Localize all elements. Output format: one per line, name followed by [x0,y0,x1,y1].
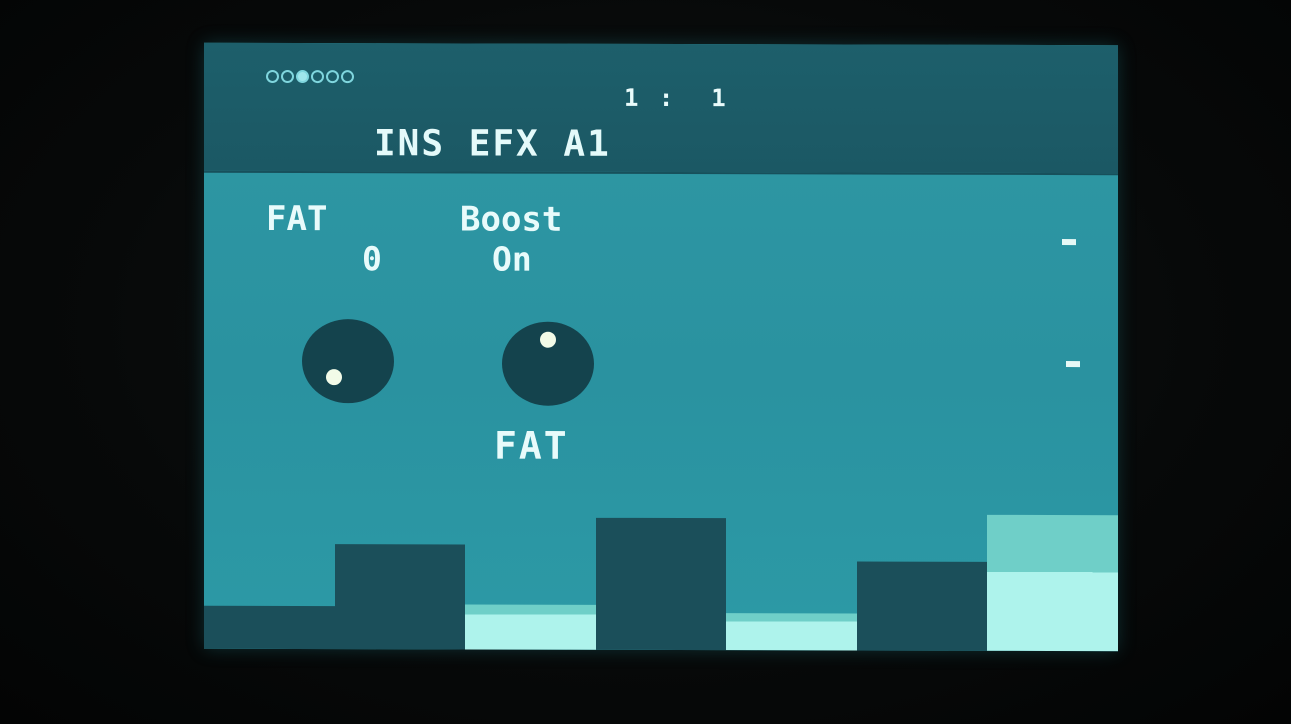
page-dot-1 [266,69,279,83]
level-bars [204,443,1118,652]
level-marker-top [1062,239,1076,246]
page-dot-3-active [296,70,309,84]
page-dot-5 [326,70,339,84]
level-bar-4 [595,518,727,651]
boost-knob[interactable] [502,321,594,406]
boost-knob-indicator [540,331,556,348]
level-bar-2 [334,544,466,650]
fat-knob[interactable] [302,319,394,404]
level-bar-3-light [465,604,596,650]
level-bar-7-light [987,514,1118,652]
param-label-fat: FAT [266,198,328,240]
page-title: INS EFX A1 [374,123,611,165]
fat-knob-indicator [326,369,342,386]
page-indicator [266,69,354,84]
param-value-fat[interactable]: 0 [362,239,382,278]
position-readout: 1 : 1 [624,83,729,113]
page-dot-4 [311,70,324,84]
level-bar-6 [856,561,988,651]
screen-header: 1 : 1 INS EFX A1 [204,42,1118,176]
param-value-boost[interactable]: On [492,240,532,279]
level-marker-bottom [1066,361,1080,368]
page-dot-6 [341,70,354,84]
level-bar-1 [204,605,335,650]
lcd-screen: 1 : 1 INS EFX A1 FAT 0 Boost On FAT [204,42,1118,652]
param-label-boost: Boost [460,199,563,240]
level-bar-5-light [726,613,857,651]
page-dot-2 [281,70,294,84]
